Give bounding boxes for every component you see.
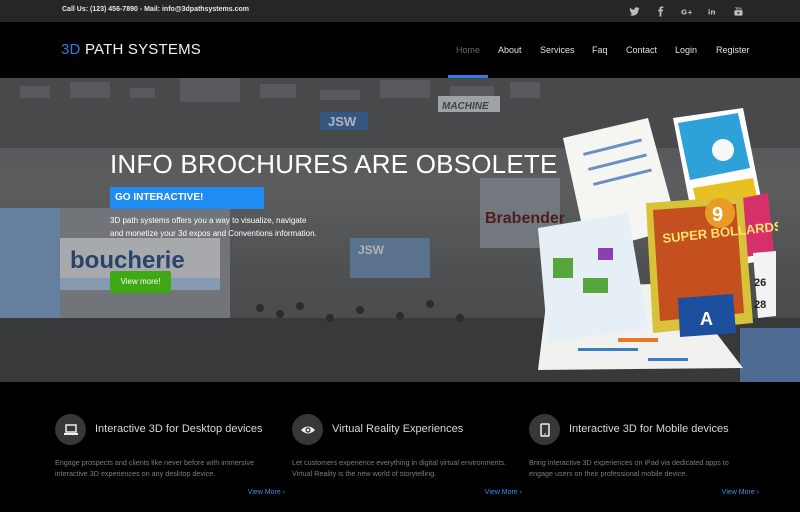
view-more-button[interactable]: View more! bbox=[110, 271, 171, 293]
social-links: G+ in You bbox=[628, 4, 744, 18]
facebook-icon[interactable] bbox=[654, 4, 666, 18]
features-section: Interactive 3D for Desktop devices Engag… bbox=[0, 382, 800, 512]
go-interactive-button[interactable]: GO INTERACTIVE! bbox=[110, 187, 264, 209]
nav-login[interactable]: Login bbox=[675, 45, 697, 55]
svg-text:A: A bbox=[700, 309, 713, 329]
hero-banner: MACHINE JSW boucherie Brabender JSW INFO… bbox=[0, 78, 800, 382]
nav-services[interactable]: Services bbox=[540, 45, 575, 55]
feature-vr-title: Virtual Reality Experiences bbox=[332, 423, 464, 435]
hero-description-line-2: and monetize your 3d expos and Conventio… bbox=[110, 229, 317, 238]
eye-icon bbox=[292, 414, 323, 445]
feature-desktop-view-more-link[interactable]: View More › bbox=[248, 489, 285, 496]
laptop-icon bbox=[55, 414, 86, 445]
google-plus-icon[interactable]: G+ bbox=[680, 4, 692, 18]
nav-home[interactable]: Home bbox=[447, 45, 489, 78]
feature-desktop-text: Engage prospects and clients like never … bbox=[55, 458, 254, 478]
hero-title: INFO BROCHURES ARE OBSOLETE bbox=[110, 149, 558, 179]
brochure-collage-image: SUPER BOLLARDS EXPO 9 26 28 A bbox=[538, 108, 778, 370]
svg-text:G+: G+ bbox=[681, 7, 692, 16]
brochure-date-28: 28 bbox=[754, 299, 766, 311]
nav-register[interactable]: Register bbox=[716, 45, 750, 55]
contact-info: Call Us: (123) 456-7890 - Mail: info@3dp… bbox=[62, 6, 249, 13]
nav-contact[interactable]: Contact bbox=[626, 45, 657, 55]
feature-desktop-title: Interactive 3D for Desktop devices bbox=[95, 423, 263, 435]
main-navbar: 3D PATH SYSTEMS Home About Services Faq … bbox=[0, 22, 800, 78]
hero-description: 3D path systems offers you a way to visu… bbox=[110, 214, 350, 240]
linkedin-icon[interactable]: in bbox=[706, 4, 718, 18]
svg-text:in: in bbox=[707, 7, 715, 16]
brochure-number: 9 bbox=[712, 204, 723, 226]
feature-vr-text: Let customers experience everything in d… bbox=[292, 458, 507, 478]
twitter-icon[interactable] bbox=[628, 4, 640, 18]
feature-mobile-title: Interactive 3D for Mobile devices bbox=[569, 423, 729, 435]
brochure-date-26: 26 bbox=[754, 277, 766, 289]
feature-mobile-view-more-link[interactable]: View More › bbox=[722, 489, 759, 496]
hero-description-line-1: 3D path systems offers you a way to visu… bbox=[110, 216, 307, 225]
tablet-icon bbox=[529, 414, 560, 445]
youtube-icon[interactable]: You bbox=[732, 4, 744, 18]
nav-faq[interactable]: Faq bbox=[592, 45, 608, 55]
top-bar: Call Us: (123) 456-7890 - Mail: info@3dp… bbox=[0, 0, 800, 22]
svg-text:You: You bbox=[734, 6, 741, 10]
nav-menu: Home About Services Faq Contact Login Re… bbox=[0, 45, 800, 78]
feature-vr-view-more-link[interactable]: View More › bbox=[485, 489, 522, 496]
feature-mobile-text: Bring interactive 3D experiences on iPad… bbox=[529, 458, 729, 478]
nav-about[interactable]: About bbox=[498, 45, 522, 55]
